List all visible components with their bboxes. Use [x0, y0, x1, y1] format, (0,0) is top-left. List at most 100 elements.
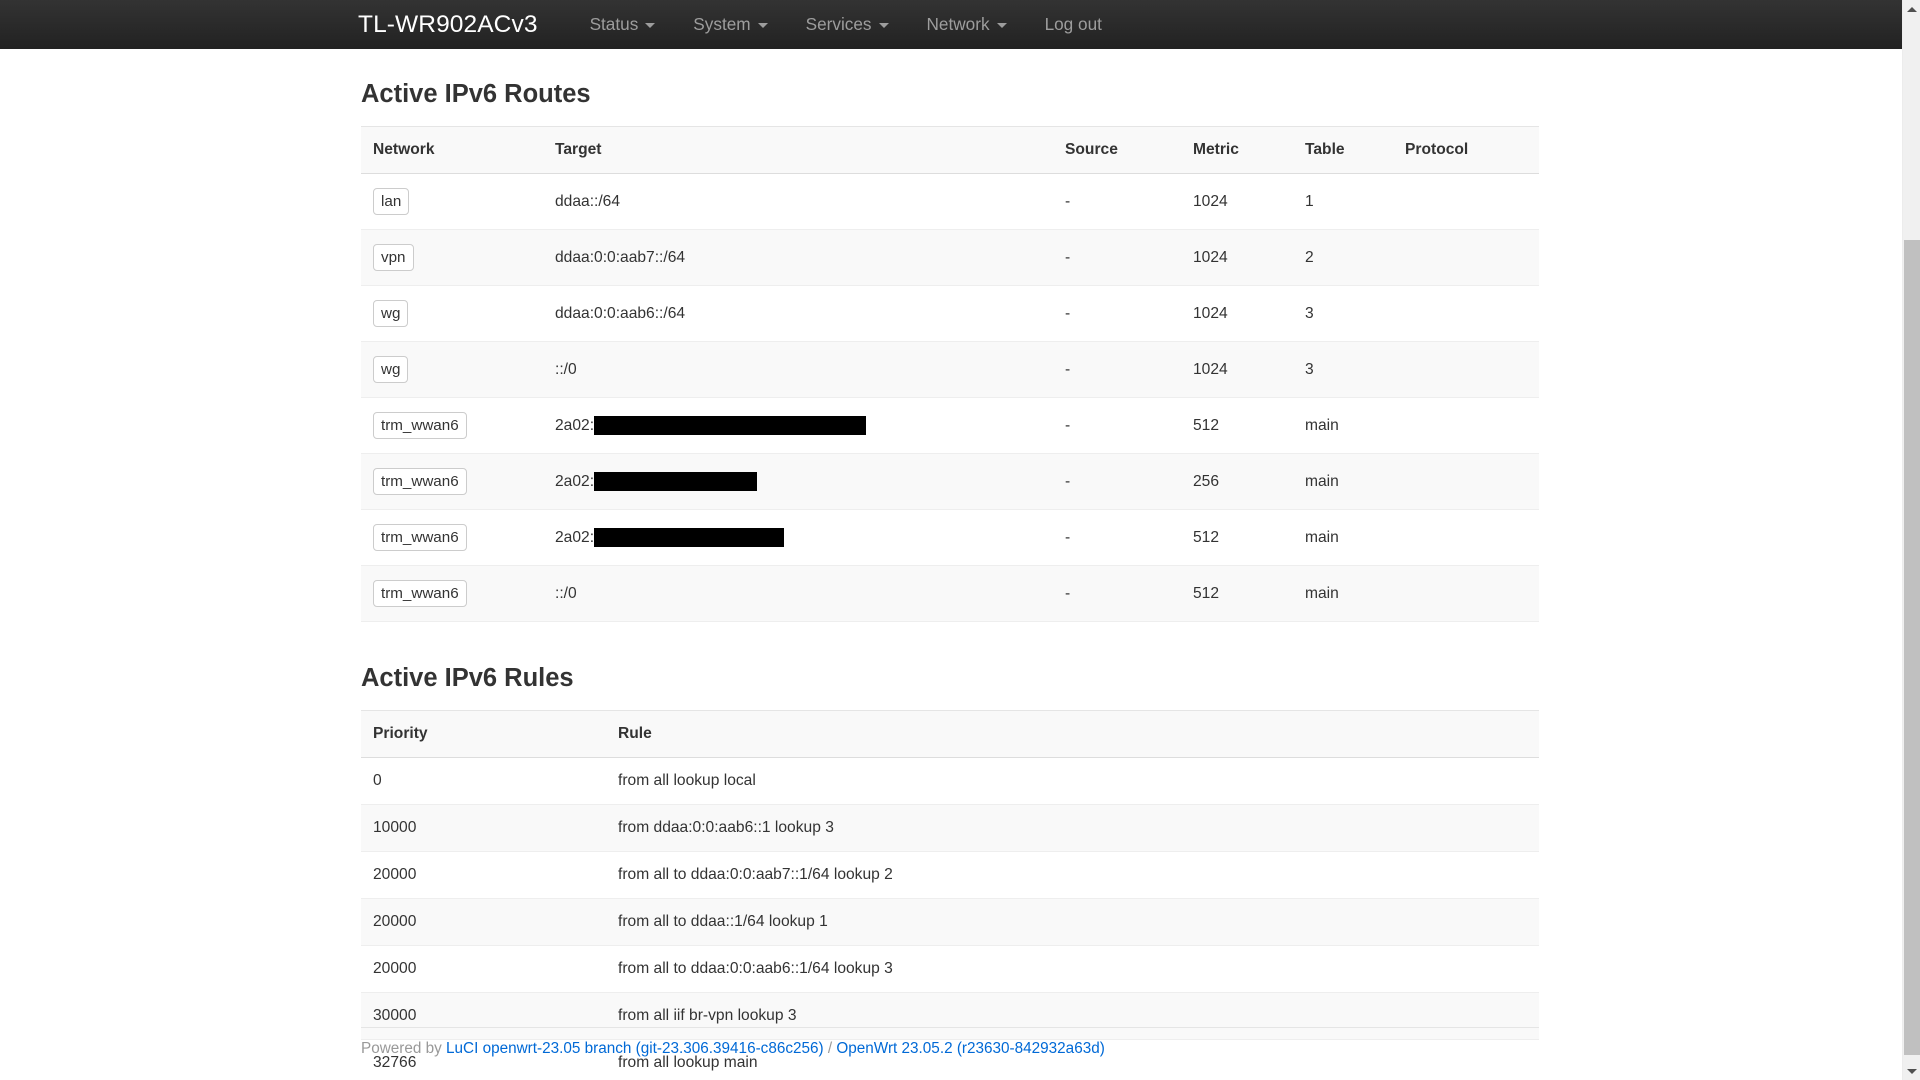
rule-text-cell: from all iif br-vpn lookup 3 — [606, 992, 1539, 1041]
route-protocol-cell — [1393, 565, 1539, 623]
table-row: trm_wwan6::/0 -512 main — [361, 565, 1539, 623]
scrollbar-thumb[interactable] — [1904, 240, 1920, 1055]
chevron-down-icon — [645, 23, 656, 28]
redaction-bar — [594, 472, 758, 492]
redaction-bar — [594, 528, 785, 548]
routes-header-row: Network Target Source Metric Table Protocol — [361, 126, 1539, 175]
route-target-cell: ::/0 — [543, 565, 1053, 623]
interface-badge[interactable]: trm_wwan6 — [373, 468, 467, 496]
interface-badge[interactable]: vpn — [373, 244, 414, 272]
column-header: Priority — [361, 710, 606, 759]
brand-title[interactable]: TL-WR902ACv3 — [358, 0, 538, 49]
route-target-prefix: 2a02: — [555, 528, 595, 546]
nav-item-services[interactable]: Services — [787, 0, 908, 49]
route-table-cell: 1 — [1293, 173, 1393, 231]
route-metric-cell: 512 — [1181, 509, 1293, 567]
route-target-text: ddaa::/64 — [555, 192, 621, 210]
route-table-cell: main — [1293, 453, 1393, 511]
table-row: 20000 from all to ddaa:0:0:aab7::1/64 loo… — [361, 851, 1539, 900]
rule-text-cell: from all to ddaa:0:0:aab7::1/64 lookup 2 — [606, 851, 1539, 900]
table-row: 20000 from all to ddaa::1/64 lookup 1 — [361, 898, 1539, 947]
page-footer: Powered by LuCI openwrt-23.05 branch (gi… — [361, 1040, 1539, 1058]
route-metric-cell: 256 — [1181, 453, 1293, 511]
route-source-cell: - — [1053, 453, 1181, 511]
route-target-cell: 2a02: — [543, 509, 1053, 567]
table-row: 30000 from all iif br-vpn lookup 3 — [361, 992, 1539, 1041]
openwrt-version-link[interactable]: OpenWrt 23.05.2 (r23630-842932a63d) — [836, 1040, 1104, 1057]
chevron-down-icon — [996, 23, 1007, 28]
interface-badge[interactable]: lan — [373, 188, 410, 216]
route-target-cell: ::/0 — [543, 341, 1053, 399]
column-header: Table — [1293, 126, 1393, 175]
route-source-cell: - — [1053, 509, 1181, 567]
nav-item-network[interactable]: Network — [908, 0, 1026, 49]
footer-credit: Powered by LuCI openwrt-23.05 branch (gi… — [361, 1040, 1539, 1058]
route-protocol-cell — [1393, 397, 1539, 455]
page-viewport: TL-WR902ACv3 Status System Services Network… — [0, 0, 1920, 1080]
rule-text-cell: from all lookup local — [606, 757, 1539, 806]
nav-item-label: Network — [926, 14, 990, 34]
table-row: 0 from all lookup local — [361, 757, 1539, 806]
column-header: Network — [361, 126, 543, 175]
interface-badge[interactable]: trm_wwan6 — [373, 412, 467, 440]
column-header: Protocol — [1393, 126, 1539, 175]
nav-item-label: System — [693, 14, 751, 34]
vertical-scrollbar[interactable] — [1902, 0, 1920, 1080]
route-network-cell: lan — [361, 173, 543, 231]
table-row: trm_wwan6 2a02: -256 main — [361, 453, 1539, 511]
nav-menu: Status System Services Network Log out — [571, 0, 1121, 49]
route-target-cell: 2a02: — [543, 453, 1053, 511]
route-target-text: ::/0 — [555, 360, 577, 378]
route-table-cell: 3 — [1293, 341, 1393, 399]
column-header: Target — [543, 126, 1053, 175]
nav-item-logout[interactable]: Log out — [1026, 0, 1121, 49]
route-protocol-cell — [1393, 341, 1539, 399]
rules-table-body: 0 from all lookup local 10000 from ddaa:0:0… — [361, 757, 1539, 1080]
route-source-cell: - — [1053, 397, 1181, 455]
scroll-down-arrow-icon[interactable] — [1903, 1062, 1920, 1080]
route-target-cell: 2a02: — [543, 397, 1053, 455]
table-row: trm_wwan6 2a02: -512 main — [361, 509, 1539, 567]
rules-section-title: Active IPv6 Rules — [361, 664, 574, 693]
route-source-cell: - — [1053, 173, 1181, 231]
route-target-cell: ddaa:0:0:aab6::/64 — [543, 285, 1053, 343]
luci-version-link[interactable]: LuCI openwrt-23.05 branch (git-23.306.39… — [446, 1040, 824, 1057]
route-protocol-cell — [1393, 173, 1539, 231]
redaction-bar — [594, 416, 867, 436]
main-content: Active IPv6 Routes Network Target Source Me… — [0, 49, 1902, 1080]
active-ipv6-rules-table: Priority Rule 0 from all lookup local 10000… — [361, 710, 1539, 1080]
route-table-cell: main — [1293, 565, 1393, 623]
rule-text-cell: from ddaa:0:0:aab6::1 lookup 3 — [606, 804, 1539, 853]
scroll-up-arrow-icon[interactable] — [1903, 0, 1920, 18]
interface-badge[interactable]: trm_wwan6 — [373, 524, 467, 552]
route-protocol-cell — [1393, 285, 1539, 343]
column-header: Metric — [1181, 126, 1293, 175]
interface-badge[interactable]: trm_wwan6 — [373, 580, 467, 608]
rule-priority-cell: 30000 — [361, 992, 606, 1041]
chevron-down-icon — [757, 23, 768, 28]
nav-item-label: Status — [589, 14, 639, 34]
route-target-cell: ddaa::/64 — [543, 173, 1053, 231]
nav-item-system[interactable]: System — [674, 0, 786, 49]
nav-item-label: Services — [805, 14, 872, 34]
footer-powered-by-label: Powered by — [361, 1040, 447, 1057]
content-container: Active IPv6 Routes Network Target Source Me… — [361, 80, 1539, 1080]
interface-badge[interactable]: wg — [373, 300, 409, 328]
interface-badge[interactable]: wg — [373, 356, 409, 384]
table-row: wg ddaa:0:0:aab6::/64 -1024 3 — [361, 285, 1539, 343]
route-network-cell: trm_wwan6 — [361, 509, 543, 567]
table-row: wg::/0 -1024 3 — [361, 341, 1539, 399]
rule-priority-cell: 10000 — [361, 804, 606, 853]
route-target-text: ::/0 — [555, 584, 577, 602]
route-network-cell: vpn — [361, 229, 543, 287]
rule-text-cell: from all to ddaa::1/64 lookup 1 — [606, 898, 1539, 947]
table-row: trm_wwan6 2a02: -512 main — [361, 397, 1539, 455]
route-target-prefix: 2a02: — [555, 472, 595, 490]
rule-priority-cell: 0 — [361, 757, 606, 806]
nav-item-status[interactable]: Status — [571, 0, 675, 49]
route-metric-cell: 512 — [1181, 397, 1293, 455]
rule-priority-cell: 20000 — [361, 851, 606, 900]
route-target-text: ddaa:0:0:aab7::/64 — [555, 248, 686, 266]
route-table-cell: main — [1293, 509, 1393, 567]
route-metric-cell: 1024 — [1181, 229, 1293, 287]
